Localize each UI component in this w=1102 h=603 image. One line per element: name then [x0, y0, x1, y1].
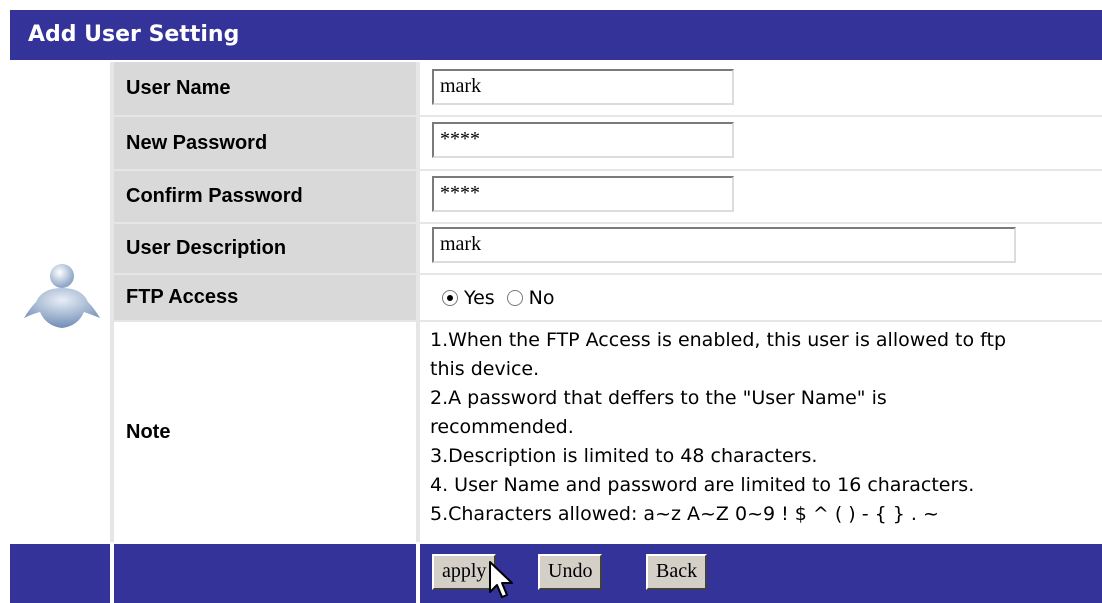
user-description-value: mark: [440, 233, 482, 255]
label-text: Confirm Password: [126, 185, 303, 207]
label-text: Note: [126, 420, 171, 443]
new-password-input[interactable]: ****: [432, 122, 734, 158]
ftp-access-yes-radio[interactable]: [442, 290, 458, 306]
note-line: recommended.: [430, 416, 574, 438]
new-password-cell: ****: [420, 117, 1102, 169]
ftp-access-no-radio[interactable]: [506, 290, 523, 306]
note-cell: 1.When the FTP Access is enabled, this u…: [420, 322, 1102, 542]
note-line: 1.When the FTP Access is enabled, this u…: [430, 329, 1007, 351]
footer-bar-right: apply Undo Back: [420, 544, 1102, 603]
label-text: New Password: [126, 131, 268, 154]
note-line: 3.Description is limited to 48 character…: [430, 445, 818, 467]
footer-bar-left: [10, 544, 110, 603]
user-name-label: User Name: [114, 62, 416, 115]
new-password-value: ****: [440, 128, 480, 150]
confirm-password-input[interactable]: ****: [432, 176, 734, 212]
ftp-access-label: FTP Access: [114, 275, 416, 320]
note-line: 4. User Name and password are limited to…: [430, 474, 975, 496]
user-description-input[interactable]: mark: [432, 227, 1016, 263]
user-name-value: mark: [440, 75, 482, 97]
note-line: 2.A password that deffers to the "User N…: [430, 387, 887, 409]
confirm-password-value: ****: [440, 182, 480, 204]
ftp-access-no-label[interactable]: No: [529, 287, 555, 309]
footer-bar-middle: [114, 544, 416, 603]
user-name-cell: mark: [420, 62, 1102, 115]
undo-button[interactable]: Undo: [538, 554, 603, 590]
page-title: Add User Setting: [10, 10, 1102, 60]
user-avatar-icon: [24, 264, 100, 328]
confirm-password-label: Confirm Password: [114, 171, 416, 222]
note-line: this device.: [430, 358, 540, 380]
note-text: 1.When the FTP Access is enabled, this u…: [430, 326, 1100, 529]
apply-button[interactable]: apply: [432, 554, 497, 590]
note-label: Note: [114, 322, 416, 542]
label-text: FTP Access: [126, 286, 239, 308]
new-password-label: New Password: [114, 117, 416, 169]
user-name-input[interactable]: mark: [432, 69, 734, 105]
add-user-setting-page: Add User Setting User Name mark New Pass…: [0, 0, 1102, 603]
avatar-column: [10, 62, 110, 542]
confirm-password-cell: ****: [420, 171, 1102, 222]
user-description-cell: mark: [420, 224, 1102, 273]
label-text: User Name: [126, 77, 231, 99]
note-line: 5.Characters allowed: a~z A~Z 0~9 ! $ ^ …: [430, 503, 939, 525]
ftp-access-radio-group: Yes No: [442, 283, 555, 313]
mouse-pointer-icon: [489, 561, 513, 598]
ftp-access-yes-label[interactable]: Yes: [464, 287, 495, 309]
label-text: User Description: [126, 237, 287, 259]
ftp-access-cell: Yes No: [420, 275, 1102, 320]
user-description-label: User Description: [114, 224, 416, 273]
back-button[interactable]: Back: [646, 554, 708, 590]
